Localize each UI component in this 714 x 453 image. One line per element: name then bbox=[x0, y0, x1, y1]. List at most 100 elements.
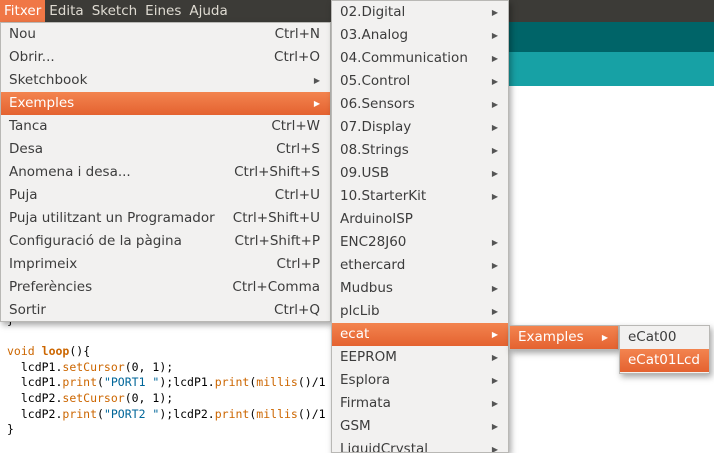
file-menu-item-label: Anomena i desa... bbox=[9, 164, 131, 180]
examples-submenu: 02.Digital ▶ 03.Analog ▶ 04.Communication ▶ 05… bbox=[331, 0, 509, 453]
examples-menu-item-label: 10.StarterKit bbox=[340, 188, 427, 204]
file-menu-item-shortcut: Ctrl+Q bbox=[274, 302, 320, 318]
examples-menu-item-08-strings[interactable]: 08.Strings ▶ bbox=[332, 139, 508, 162]
file-menu-item-shortcut: Ctrl+O bbox=[274, 49, 320, 65]
examples-menu-item-ethercard[interactable]: ethercard ▶ bbox=[332, 254, 508, 277]
examples-menu-item-esplora[interactable]: Esplora ▶ bbox=[332, 369, 508, 392]
file-menu-item-obrir[interactable]: Obrir... Ctrl+O bbox=[1, 46, 330, 69]
submenu-arrow-icon: ▶ bbox=[601, 333, 608, 342]
file-menu-item-shortcut: Ctrl+U bbox=[274, 187, 320, 203]
submenu-arrow-icon: ▶ bbox=[491, 445, 498, 453]
file-menu-item-label: Sketchbook bbox=[9, 72, 88, 88]
submenu-arrow-icon: ▶ bbox=[491, 100, 498, 109]
submenu-arrow-icon: ▶ bbox=[491, 31, 498, 40]
examples-menu-item-plclib[interactable]: plcLib ▶ bbox=[332, 300, 508, 323]
file-menu-item-imprimeix[interactable]: Imprimeix Ctrl+P bbox=[1, 253, 330, 276]
file-menu-item-shortcut: Ctrl+Shift+S bbox=[234, 164, 320, 180]
examples-menu-item-10-starterkit[interactable]: 10.StarterKit ▶ bbox=[332, 185, 508, 208]
file-menu-item-shortcut: Ctrl+W bbox=[271, 118, 320, 134]
examples-menu-item-label: 05.Control bbox=[340, 73, 411, 89]
submenu-arrow-icon: ▶ bbox=[491, 8, 498, 17]
file-menu-item-shortcut: Ctrl+Comma bbox=[232, 279, 320, 295]
file-menu-item-label: Sortir bbox=[9, 302, 46, 318]
examples-menu-item-label: ArduinoISP bbox=[340, 211, 413, 227]
examples-menu-item-09-usb[interactable]: 09.USB ▶ bbox=[332, 162, 508, 185]
ecat-menu-item-examples[interactable]: Examples ▶ bbox=[510, 326, 618, 349]
examples-menu-item-label: LiquidCrystal bbox=[340, 441, 429, 453]
submenu-arrow-icon: ▶ bbox=[491, 123, 498, 132]
ecat-examples-submenu: eCat00 eCat01Lcd bbox=[619, 325, 710, 374]
submenu-arrow-icon: ▶ bbox=[491, 77, 498, 86]
file-menu-item-nou[interactable]: Nou Ctrl+N bbox=[1, 23, 330, 46]
file-menu-item-label: Nou bbox=[9, 26, 36, 42]
examples-menu-item-02-digital[interactable]: 02.Digital ▶ bbox=[332, 1, 508, 24]
ecat-examples-menu-item-label: eCat01Lcd bbox=[628, 352, 700, 368]
menu-eines[interactable]: Eines bbox=[141, 0, 185, 22]
file-menu-item-label: Desa bbox=[9, 141, 44, 157]
examples-menu-item-label: 04.Communication bbox=[340, 50, 468, 66]
submenu-arrow-icon: ▶ bbox=[491, 284, 498, 293]
file-menu-item-shortcut: Ctrl+N bbox=[274, 26, 320, 42]
file-menu-item-sketchbook[interactable]: Sketchbook ▶ bbox=[1, 69, 330, 92]
examples-menu-item-label: 07.Display bbox=[340, 119, 412, 135]
examples-menu-item-label: 02.Digital bbox=[340, 4, 406, 20]
file-menu-item-prefer-ncies[interactable]: Preferències Ctrl+Comma bbox=[1, 276, 330, 299]
ecat-submenu: Examples ▶ bbox=[509, 325, 619, 350]
menu-edita[interactable]: Edita bbox=[45, 0, 87, 22]
file-menu-item-desa[interactable]: Desa Ctrl+S bbox=[1, 138, 330, 161]
examples-menu-item-03-analog[interactable]: 03.Analog ▶ bbox=[332, 24, 508, 47]
examples-menu-item-label: ecat bbox=[340, 326, 370, 342]
examples-menu-item-label: 08.Strings bbox=[340, 142, 409, 158]
examples-menu-item-label: Firmata bbox=[340, 395, 391, 411]
examples-menu-item-label: 09.USB bbox=[340, 165, 390, 181]
submenu-arrow-icon: ▶ bbox=[491, 330, 498, 339]
examples-menu-item-label: GSM bbox=[340, 418, 371, 434]
examples-menu-item-04-communication[interactable]: 04.Communication ▶ bbox=[332, 47, 508, 70]
examples-menu-item-06-sensors[interactable]: 06.Sensors ▶ bbox=[332, 93, 508, 116]
examples-menu-item-enc28j60[interactable]: ENC28J60 ▶ bbox=[332, 231, 508, 254]
file-menu-item-sortir[interactable]: Sortir Ctrl+Q bbox=[1, 299, 330, 322]
examples-menu-item-label: 03.Analog bbox=[340, 27, 409, 43]
submenu-arrow-icon: ▶ bbox=[491, 146, 498, 155]
file-menu-item-exemples[interactable]: Exemples ▶ bbox=[1, 92, 330, 115]
examples-menu-item-liquidcrystal[interactable]: LiquidCrystal ▶ bbox=[332, 438, 508, 453]
file-menu-item-label: Puja bbox=[9, 187, 38, 203]
menu-fitxer[interactable]: Fitxer bbox=[0, 0, 46, 22]
menu-ajuda[interactable]: Ajuda bbox=[185, 0, 231, 22]
examples-menu-item-label: 06.Sensors bbox=[340, 96, 415, 112]
file-menu-item-label: Tanca bbox=[9, 118, 48, 134]
file-menu-item-configuraci-de-la-p-gina[interactable]: Configuració de la pàgina Ctrl+Shift+P bbox=[1, 230, 330, 253]
file-menu-item-shortcut: Ctrl+S bbox=[276, 141, 320, 157]
ecat-examples-menu-item-ecat00[interactable]: eCat00 bbox=[620, 326, 709, 349]
submenu-arrow-icon: ▶ bbox=[491, 353, 498, 362]
file-menu-item-label: Exemples bbox=[9, 95, 75, 111]
file-menu-item-anomena-i-desa[interactable]: Anomena i desa... Ctrl+Shift+S bbox=[1, 161, 330, 184]
examples-menu-item-ecat[interactable]: ecat ▶ bbox=[332, 323, 508, 346]
ecat-examples-menu-item-ecat01lcd[interactable]: eCat01Lcd bbox=[620, 349, 709, 372]
examples-menu-item-arduinoisp[interactable]: ArduinoISP bbox=[332, 208, 508, 231]
submenu-arrow-icon: ▶ bbox=[313, 76, 320, 85]
examples-menu-item-mudbus[interactable]: Mudbus ▶ bbox=[332, 277, 508, 300]
submenu-arrow-icon: ▶ bbox=[491, 376, 498, 385]
examples-menu-item-label: Mudbus bbox=[340, 280, 393, 296]
file-menu-item-puja[interactable]: Puja Ctrl+U bbox=[1, 184, 330, 207]
submenu-arrow-icon: ▶ bbox=[491, 399, 498, 408]
examples-menu-item-firmata[interactable]: Firmata ▶ bbox=[332, 392, 508, 415]
file-menu-item-label: Preferències bbox=[9, 279, 93, 295]
examples-menu-item-07-display[interactable]: 07.Display ▶ bbox=[332, 116, 508, 139]
menu-sketch[interactable]: Sketch bbox=[88, 0, 141, 22]
examples-menu-item-label: ENC28J60 bbox=[340, 234, 407, 250]
file-menu-item-puja-utilitzant-un-programador[interactable]: Puja utilitzant un Programador Ctrl+Shift… bbox=[1, 207, 330, 230]
file-menu-item-label: Obrir... bbox=[9, 49, 55, 65]
examples-menu-item-label: plcLib bbox=[340, 303, 380, 319]
examples-menu-item-label: ethercard bbox=[340, 257, 406, 273]
file-menu-item-shortcut: Ctrl+Shift+U bbox=[232, 210, 320, 226]
examples-menu-item-05-control[interactable]: 05.Control ▶ bbox=[332, 70, 508, 93]
file-menu-item-shortcut: Ctrl+Shift+P bbox=[234, 233, 320, 249]
file-menu-item-tanca[interactable]: Tanca Ctrl+W bbox=[1, 115, 330, 138]
ide-toolbar bbox=[500, 22, 714, 52]
examples-menu-item-eeprom[interactable]: EEPROM ▶ bbox=[332, 346, 508, 369]
submenu-arrow-icon: ▶ bbox=[313, 99, 320, 108]
examples-menu-item-label: EEPROM bbox=[340, 349, 397, 365]
examples-menu-item-gsm[interactable]: GSM ▶ bbox=[332, 415, 508, 438]
